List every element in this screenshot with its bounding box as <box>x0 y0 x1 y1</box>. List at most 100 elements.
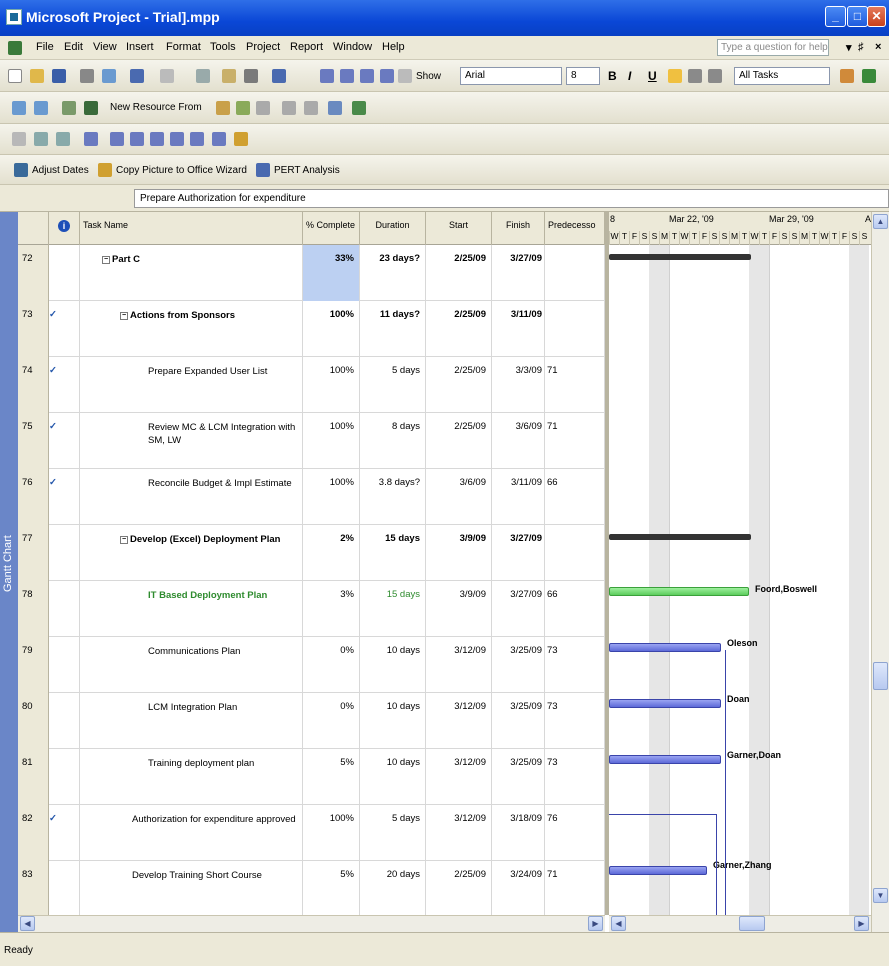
start-cell[interactable]: 3/6/09 <box>426 469 492 525</box>
adjust-dates-icon[interactable] <box>14 163 28 177</box>
finish-cell[interactable]: 3/27/09 <box>492 245 545 301</box>
table-row[interactable]: 81 Training deployment plan 5% 10 days 3… <box>18 749 605 805</box>
task-name[interactable]: Authorization for expenditure approved <box>80 805 303 861</box>
table-row[interactable]: 78 IT Based Deployment Plan 3% 15 days 3… <box>18 581 605 637</box>
resource-info-icon[interactable] <box>256 101 270 115</box>
predecessor-cell[interactable] <box>545 525 605 581</box>
pert-icon[interactable] <box>256 163 270 177</box>
predecessor-cell[interactable]: 66 <box>545 469 605 525</box>
adjust-dates-button[interactable]: Adjust Dates <box>32 165 89 176</box>
menu-project[interactable]: Project <box>246 41 280 53</box>
progress-icon[interactable] <box>84 132 98 146</box>
outdent-icon[interactable] <box>320 69 334 83</box>
pct-complete-cell[interactable]: 100% <box>303 805 360 861</box>
percent-75-icon[interactable] <box>170 132 184 146</box>
font-select[interactable]: Arial <box>460 67 562 85</box>
predecessor-cell[interactable]: 73 <box>545 749 605 805</box>
update-icon[interactable] <box>34 132 48 146</box>
filter-select[interactable]: All Tasks <box>734 67 830 85</box>
network-view-icon[interactable] <box>34 101 48 115</box>
menu-report[interactable]: Report <box>290 41 323 53</box>
task-bar-lcm-integration[interactable] <box>609 699 721 708</box>
start-cell[interactable]: 3/12/09 <box>426 637 492 693</box>
finish-cell[interactable]: 3/27/09 <box>492 525 545 581</box>
menu-format[interactable]: Format <box>166 41 201 53</box>
duration-cell[interactable]: 10 days <box>360 693 426 749</box>
duration-cell[interactable]: 15 days <box>360 525 426 581</box>
close-button[interactable]: ✕ <box>867 6 886 27</box>
collaborate-icon[interactable] <box>234 132 248 146</box>
duration-cell[interactable]: 20 days <box>360 861 426 915</box>
start-cell[interactable]: 2/25/09 <box>426 413 492 469</box>
task-name[interactable]: Reconcile Budget & Impl Estimate <box>80 469 303 525</box>
table-row[interactable]: 82 ✓ Authorization for expenditure appro… <box>18 805 605 861</box>
start-cell[interactable]: 2/25/09 <box>426 245 492 301</box>
show-dropdown[interactable]: Show <box>416 71 441 82</box>
finish-cell[interactable]: 3/18/09 <box>492 805 545 861</box>
start-cell[interactable]: 3/12/09 <box>426 693 492 749</box>
resource-icon[interactable] <box>216 101 230 115</box>
finish-cell[interactable]: 3/27/09 <box>492 581 545 637</box>
entry-field[interactable]: Prepare Authorization for expenditure <box>134 189 889 208</box>
dollar-icon[interactable] <box>84 101 98 115</box>
scroll-left-icon[interactable]: ◀ <box>611 916 626 931</box>
percent-50-icon[interactable] <box>150 132 164 146</box>
table-row[interactable]: 79 Communications Plan 0% 10 days 3/12/0… <box>18 637 605 693</box>
summary-bar-deployment-plan[interactable] <box>609 534 751 540</box>
task-name[interactable]: LCM Integration Plan <box>80 693 303 749</box>
pct-complete-cell[interactable]: 100% <box>303 301 360 357</box>
assign-resources-icon[interactable] <box>62 101 76 115</box>
finish-cell[interactable]: 3/25/09 <box>492 749 545 805</box>
start-cell[interactable]: 3/9/09 <box>426 525 492 581</box>
pct-complete-cell[interactable]: 0% <box>303 637 360 693</box>
level-icon[interactable] <box>282 101 296 115</box>
duration-cell[interactable]: 5 days <box>360 357 426 413</box>
pert-analysis-button[interactable]: PERT Analysis <box>274 165 340 176</box>
copy-picture-button[interactable]: Copy Picture to Office Wizard <box>116 165 247 176</box>
start-cell[interactable]: 3/12/09 <box>426 749 492 805</box>
header-start[interactable]: Start <box>426 212 492 245</box>
scroll-up-icon[interactable]: ▲ <box>873 214 888 229</box>
collapse-icon[interactable]: − <box>120 536 128 544</box>
table-row[interactable]: 77 − Develop (Excel) Deployment Plan 2% 1… <box>18 525 605 581</box>
minimize-button[interactable]: _ <box>825 6 846 27</box>
duration-cell[interactable]: 10 days <box>360 637 426 693</box>
predecessor-cell[interactable]: 76 <box>545 805 605 861</box>
table-row[interactable]: 80 LCM Integration Plan 0% 10 days 3/12/… <box>18 693 605 749</box>
underline-button[interactable]: U <box>648 69 657 83</box>
undo-icon[interactable] <box>130 69 144 83</box>
predecessor-cell[interactable] <box>545 301 605 357</box>
task-name[interactable]: Develop Training Short Course <box>80 861 303 915</box>
scroll-thumb[interactable] <box>873 662 888 690</box>
view-bar[interactable]: Gantt Chart <box>0 212 18 932</box>
scroll-right-icon[interactable]: ▶ <box>588 916 603 931</box>
close-doc-icon[interactable]: × <box>875 41 881 53</box>
new-resource-from-button[interactable]: New Resource From <box>110 102 202 113</box>
table-row[interactable]: 74 ✓ Prepare Expanded User List 100% 5 d… <box>18 357 605 413</box>
header-indicators[interactable]: i <box>49 212 80 245</box>
show-icon[interactable] <box>398 69 412 83</box>
predecessor-cell[interactable]: 73 <box>545 693 605 749</box>
task-name[interactable]: − Develop (Excel) Deployment Plan <box>80 525 303 581</box>
pct-complete-cell[interactable]: 33% <box>303 245 360 301</box>
header-id[interactable] <box>18 212 49 245</box>
options-icon[interactable] <box>862 69 876 83</box>
align-left-icon[interactable] <box>668 69 682 83</box>
scroll-right-icon[interactable]: ▶ <box>854 916 869 931</box>
gantt-horizontal-scrollbar[interactable]: ◀ ▶ <box>609 915 871 932</box>
redo-icon[interactable] <box>160 69 174 83</box>
notes-icon[interactable] <box>304 101 318 115</box>
task-name[interactable]: Training deployment plan <box>80 749 303 805</box>
predecessor-cell[interactable]: 71 <box>545 413 605 469</box>
task-bar-training-deployment[interactable] <box>609 755 721 764</box>
table-row[interactable]: 72 − Part C 33% 23 days? 2/25/09 3/27/09 <box>18 245 605 301</box>
filter-icon[interactable] <box>328 101 342 115</box>
header-finish[interactable]: Finish <box>492 212 545 245</box>
start-cell[interactable]: 2/25/09 <box>426 301 492 357</box>
menu-view[interactable]: View <box>93 41 117 53</box>
start-cell[interactable]: 3/9/09 <box>426 581 492 637</box>
gantt-view-icon[interactable] <box>12 101 26 115</box>
task-name[interactable]: Communications Plan <box>80 637 303 693</box>
show-subtasks-icon[interactable] <box>360 69 374 83</box>
duration-cell[interactable]: 23 days? <box>360 245 426 301</box>
